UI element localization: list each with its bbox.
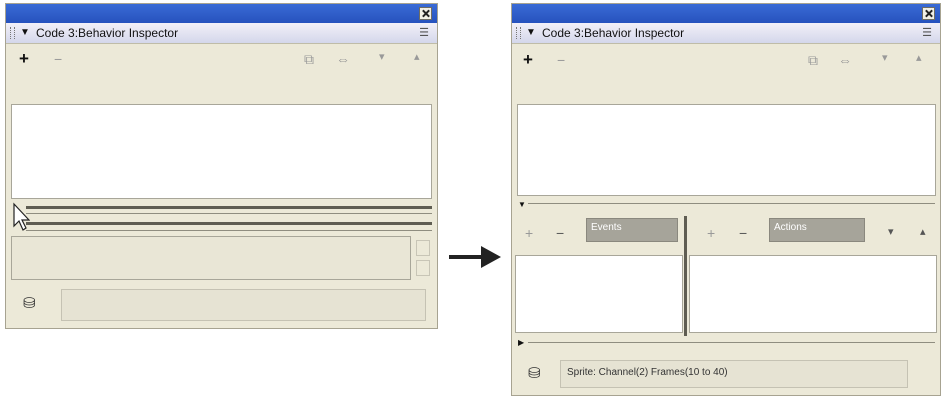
status-text: Sprite: Channel(2) Frames(10 to 40) xyxy=(567,367,728,378)
parameters-icon[interactable]: ⇔ xyxy=(838,52,852,68)
actions-dropdown[interactable]: Actions xyxy=(769,218,865,242)
script-window-icon[interactable]: ⧉ xyxy=(808,52,818,69)
behavior-inspector-panel-expanded: ▼ Code 3:Behavior Inspector ☰ + − ⧉ ⇔ ▾ … xyxy=(511,3,941,396)
title-bar[interactable] xyxy=(6,4,437,23)
panel-header[interactable]: ▼ Code 3:Behavior Inspector ☰ xyxy=(6,23,437,44)
action-down-icon[interactable]: ▴ xyxy=(920,225,926,238)
actions-list[interactable] xyxy=(689,255,937,333)
action-up-icon[interactable]: ▾ xyxy=(888,225,894,238)
remove-event-icon[interactable]: − xyxy=(556,225,564,241)
expand-triangle-icon[interactable]: ▼ xyxy=(518,200,526,209)
status-field: Sprite: Channel(2) Frames(10 to 40) xyxy=(560,360,908,388)
divider-line xyxy=(528,203,935,204)
status-field xyxy=(61,289,426,321)
gripper-icon[interactable] xyxy=(516,27,521,39)
scroll-up-icon[interactable] xyxy=(416,240,430,256)
divider-line xyxy=(26,213,432,214)
shuffle-down-icon[interactable]: ▴ xyxy=(916,51,922,64)
mouse-cursor-icon xyxy=(13,202,30,231)
behavior-icon[interactable]: ⛁ xyxy=(23,294,36,312)
gripper-icon[interactable] xyxy=(10,27,15,39)
script-window-icon[interactable]: ⧉ xyxy=(304,51,314,68)
close-icon[interactable] xyxy=(419,7,432,20)
add-behavior-icon[interactable]: + xyxy=(523,50,533,70)
title-bar[interactable] xyxy=(512,4,940,23)
shuffle-up-icon[interactable]: ▾ xyxy=(882,51,888,64)
remove-behavior-icon[interactable]: − xyxy=(557,52,565,68)
pane-divider-lower[interactable] xyxy=(26,222,432,225)
divider-line xyxy=(528,342,935,343)
behavior-list[interactable] xyxy=(517,104,936,196)
collapsed-event-pane xyxy=(11,236,411,280)
panel-header[interactable]: ▼ Code 3:Behavior Inspector ☰ xyxy=(512,23,940,44)
parameters-icon[interactable]: ⇔ xyxy=(336,51,350,67)
vertical-pane-divider[interactable] xyxy=(684,216,687,336)
add-action-icon[interactable]: + xyxy=(707,225,715,241)
events-dropdown[interactable]: Events xyxy=(586,218,678,242)
panel-options-icon[interactable]: ☰ xyxy=(419,26,429,39)
toolbar: + − ⧉ ⇔ ▾ ▴ xyxy=(6,44,437,76)
add-behavior-icon[interactable]: + xyxy=(19,49,29,69)
pane-divider[interactable] xyxy=(26,206,432,209)
collapse-triangle-icon[interactable]: ▼ xyxy=(20,27,30,38)
close-icon[interactable] xyxy=(922,7,935,20)
behavior-inspector-panel-collapsed: ▼ Code 3:Behavior Inspector ☰ + − ⧉ ⇔ ▾ … xyxy=(5,3,438,329)
shuffle-up-icon[interactable]: ▾ xyxy=(379,50,385,63)
remove-action-icon[interactable]: − xyxy=(739,225,747,241)
toolbar: + − ⧉ ⇔ ▾ ▴ xyxy=(512,44,940,76)
behavior-icon[interactable]: ⛁ xyxy=(528,364,541,382)
arrow-icon xyxy=(449,246,501,268)
behavior-list[interactable] xyxy=(11,104,432,199)
remove-behavior-icon[interactable]: − xyxy=(54,51,62,67)
shuffle-down-icon[interactable]: ▴ xyxy=(414,50,420,63)
panel-title: Code 3:Behavior Inspector xyxy=(36,26,179,40)
expand-triangle-icon[interactable]: ▶ xyxy=(518,338,524,347)
scroll-down-icon[interactable] xyxy=(416,260,430,276)
add-event-icon[interactable]: + xyxy=(525,225,533,241)
panel-title: Code 3:Behavior Inspector xyxy=(542,26,685,40)
divider-line xyxy=(26,230,432,231)
panel-options-icon[interactable]: ☰ xyxy=(922,26,932,39)
events-list[interactable] xyxy=(515,255,683,333)
collapse-triangle-icon[interactable]: ▼ xyxy=(526,27,536,38)
